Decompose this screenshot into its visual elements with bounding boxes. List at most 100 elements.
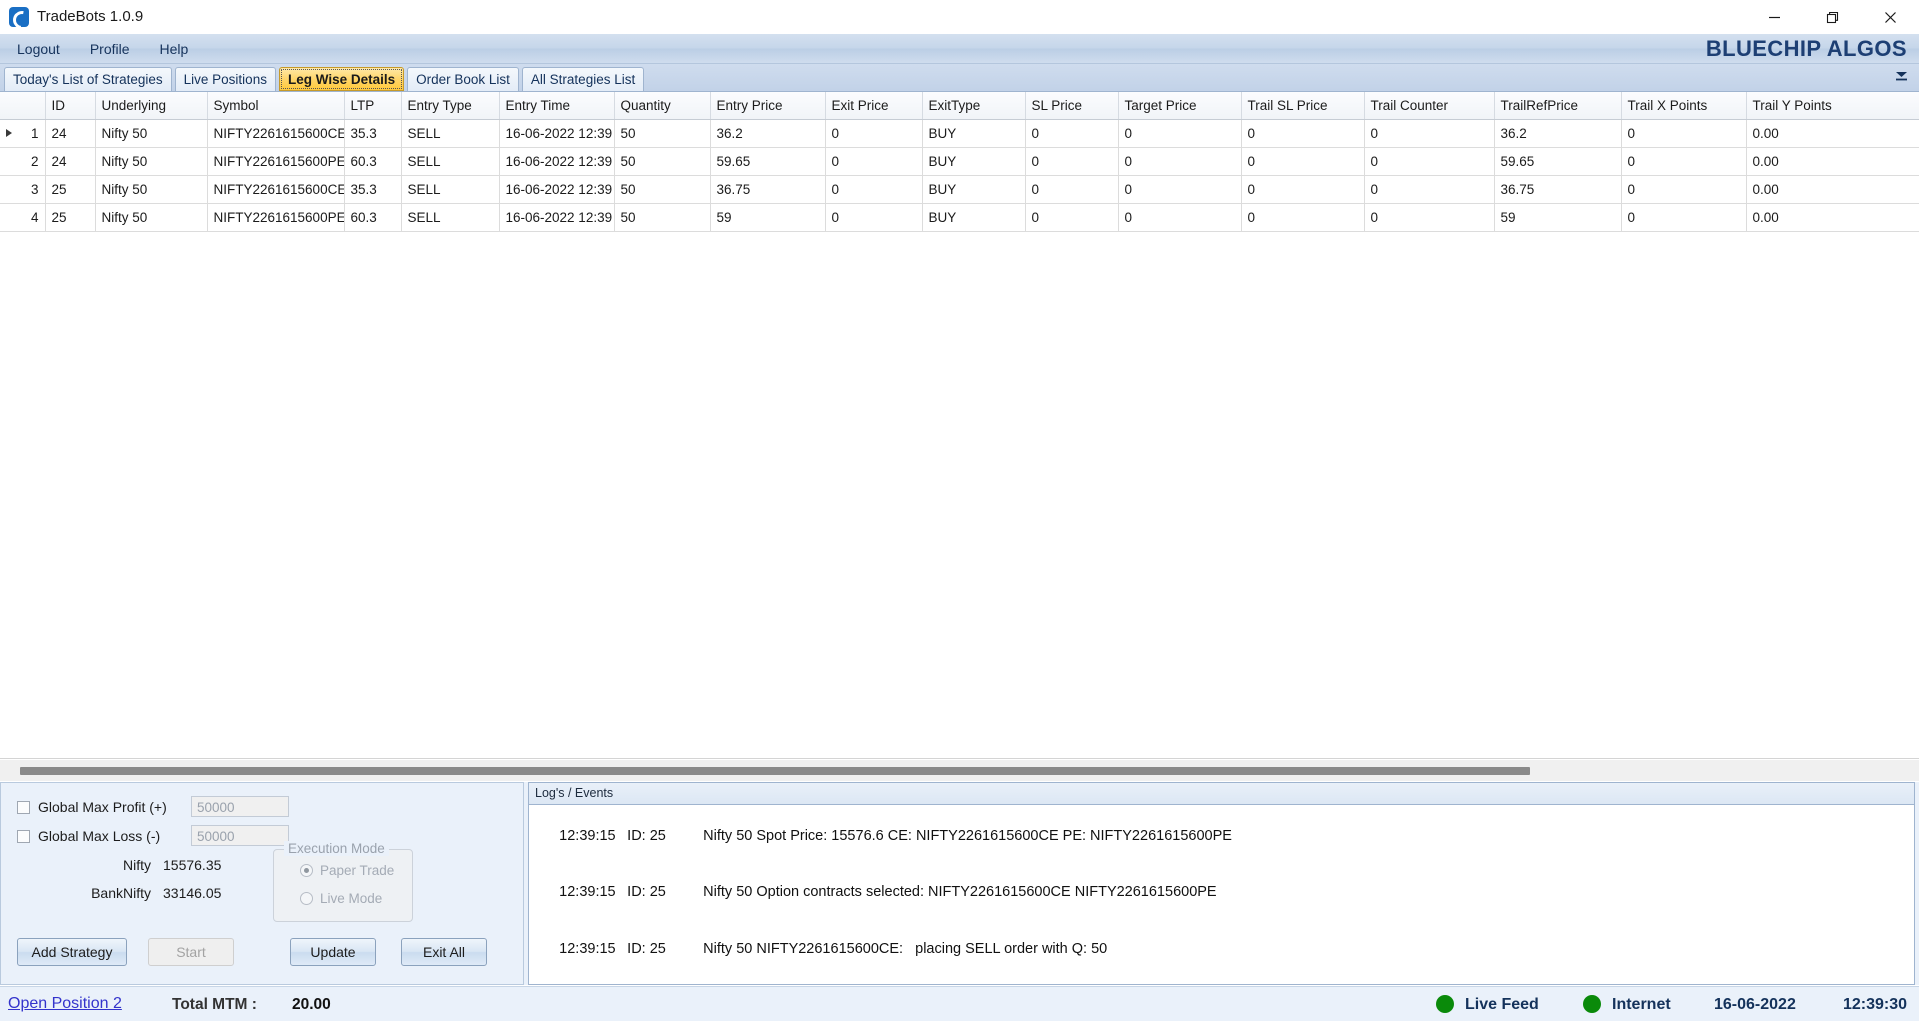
paper-trade-label: Paper Trade <box>320 863 395 878</box>
global-max-loss-row[interactable]: Global Max Loss (-) <box>17 828 160 844</box>
cell-trail-x-points: 0 <box>1621 175 1747 204</box>
cell-exit-type: BUY <box>922 175 1026 204</box>
log-time: 12:39:15 <box>559 884 616 901</box>
cell-quantity: 50 <box>614 147 711 176</box>
add-strategy-button[interactable]: Add Strategy <box>17 938 127 966</box>
tab-overflow-icon[interactable] <box>1893 71 1910 88</box>
menu-item-help[interactable]: Help <box>147 38 202 60</box>
global-max-profit-input[interactable]: 50000 <box>191 796 289 817</box>
cell-exit-type: BUY <box>922 119 1026 148</box>
grid-horizontal-scrollbar[interactable] <box>0 759 1919 781</box>
global-max-loss-checkbox[interactable] <box>17 829 30 843</box>
start-button[interactable]: Start <box>148 938 234 966</box>
restore-icon[interactable] <box>1803 0 1861 34</box>
cell-trail-y-points: 0.00 <box>1746 119 1919 148</box>
row-selector[interactable]: 3 <box>0 175 46 204</box>
live-mode-radio-row[interactable]: Live Mode <box>300 891 382 906</box>
table-row[interactable]: 3 25 Nifty 50 NIFTY2261615600CE 35.3 SEL… <box>0 175 1919 204</box>
grid-header-trail-x-points[interactable]: Trail X Points <box>1621 92 1747 120</box>
total-mtm-value: 20.00 <box>292 996 331 1013</box>
global-max-loss-input[interactable]: 50000 <box>191 825 289 846</box>
cell-exit-price: 0 <box>825 175 923 204</box>
cell-sl-price: 0 <box>1025 203 1119 232</box>
grid-header-symbol[interactable]: Symbol <box>207 92 345 120</box>
live-mode-radio[interactable] <box>300 892 313 905</box>
log-message: Nifty 50 Spot Price: 15576.6 CE: NIFTY22… <box>703 827 1232 844</box>
total-mtm-label: Total MTM : <box>172 996 257 1013</box>
cell-target-price: 0 <box>1118 203 1242 232</box>
grid-header-trail-sl-price[interactable]: Trail SL Price <box>1241 92 1365 120</box>
cell-symbol: NIFTY2261615600PE <box>207 147 345 176</box>
leg-wise-details-grid[interactable]: ID Underlying Symbol LTP Entry Type Entr… <box>0 92 1919 759</box>
cell-ltp: 35.3 <box>344 175 402 204</box>
tab-live-positions[interactable]: Live Positions <box>174 67 276 91</box>
cell-trail-y-points: 0.00 <box>1746 175 1919 204</box>
cell-underlying: Nifty 50 <box>95 119 208 148</box>
grid-header-entry-time[interactable]: Entry Time <box>499 92 615 120</box>
cell-id: 25 <box>45 203 96 232</box>
grid-header-exit-type[interactable]: ExitType <box>922 92 1026 120</box>
grid-header-quantity[interactable]: Quantity <box>614 92 711 120</box>
open-position-link[interactable]: Open Position 2 <box>8 995 122 1013</box>
internet-label: Internet <box>1612 996 1671 1014</box>
grid-header-trail-counter[interactable]: Trail Counter <box>1364 92 1495 120</box>
grid-header-entry-price[interactable]: Entry Price <box>710 92 826 120</box>
close-icon[interactable] <box>1861 0 1919 34</box>
grid-header-trail-ref-price[interactable]: TrailRefPrice <box>1494 92 1622 120</box>
table-row[interactable]: 2 24 Nifty 50 NIFTY2261615600PE 60.3 SEL… <box>0 147 1919 176</box>
status-bar: Open Position 2 Total MTM : 20.00 Live F… <box>0 986 1919 1021</box>
grid-header-exit-price[interactable]: Exit Price <box>825 92 923 120</box>
cell-symbol: NIFTY2261615600PE <box>207 203 345 232</box>
minimize-icon[interactable] <box>1745 0 1803 34</box>
grid-header-underlying[interactable]: Underlying <box>95 92 208 120</box>
global-max-profit-row[interactable]: Global Max Profit (+) <box>17 799 167 815</box>
window-title: TradeBots 1.0.9 <box>37 8 144 25</box>
cell-trail-x-points: 0 <box>1621 203 1747 232</box>
banknifty-label: BankNifty <box>91 885 151 901</box>
menu-item-logout[interactable]: Logout <box>4 38 73 60</box>
scrollbar-thumb[interactable] <box>20 767 1530 775</box>
live-feed-label: Live Feed <box>1465 996 1539 1014</box>
grid-header-entry-type[interactable]: Entry Type <box>401 92 500 120</box>
global-max-profit-checkbox[interactable] <box>17 800 30 814</box>
row-selector[interactable]: 1 <box>0 119 46 148</box>
grid-header-sl-price[interactable]: SL Price <box>1025 92 1119 120</box>
tab-leg-wise-details[interactable]: Leg Wise Details <box>278 67 405 91</box>
tab-order-book-list[interactable]: Order Book List <box>407 67 519 91</box>
grid-header-id[interactable]: ID <box>45 92 96 120</box>
logs-events-body[interactable]: 12:39:15 ID: 25 Nifty 50 Spot Price: 15576… <box>529 805 1914 983</box>
cell-target-price: 0 <box>1118 119 1242 148</box>
cell-exit-price: 0 <box>825 119 923 148</box>
cell-ltp: 60.3 <box>344 203 402 232</box>
grid-header-ltp[interactable]: LTP <box>344 92 402 120</box>
grid-header-select[interactable] <box>0 92 46 120</box>
grid-header-target-price[interactable]: Target Price <box>1118 92 1242 120</box>
log-id: ID: 25 <box>627 884 666 901</box>
cell-trail-counter: 0 <box>1364 203 1495 232</box>
grid-body: 1 24 Nifty 50 NIFTY2261615600CE 35.3 SEL… <box>0 119 1919 232</box>
cell-quantity: 50 <box>614 203 711 232</box>
row-pointer-icon <box>6 129 12 137</box>
table-row[interactable]: 1 24 Nifty 50 NIFTY2261615600CE 35.3 SEL… <box>0 119 1919 148</box>
row-selector[interactable]: 2 <box>0 147 46 176</box>
cell-sl-price: 0 <box>1025 147 1119 176</box>
live-feed-led <box>1436 995 1454 1014</box>
menu-item-profile[interactable]: Profile <box>77 38 143 60</box>
cell-trail-sl-price: 0 <box>1241 119 1365 148</box>
paper-trade-radio-row[interactable]: Paper Trade <box>300 863 394 878</box>
execution-mode-legend: Execution Mode <box>284 841 389 856</box>
tab-todays-list-of-strategies[interactable]: Today's List of Strategies <box>4 67 172 91</box>
table-row[interactable]: 4 25 Nifty 50 NIFTY2261615600PE 60.3 SEL… <box>0 203 1919 232</box>
tab-all-strategies-list[interactable]: All Strategies List <box>521 67 645 91</box>
log-time: 12:39:15 <box>559 827 616 844</box>
update-button[interactable]: Update <box>290 938 376 966</box>
paper-trade-radio[interactable] <box>300 864 313 877</box>
cell-quantity: 50 <box>614 175 711 204</box>
grid-header-trail-y-points[interactable]: Trail Y Points <box>1746 92 1919 120</box>
exit-all-button[interactable]: Exit All <box>401 938 487 966</box>
log-line: 12:39:15 ID: 25 Nifty 50 NIFTY2261615600CE… <box>535 921 1914 977</box>
row-selector[interactable]: 4 <box>0 203 46 232</box>
cell-entry-price: 36.75 <box>710 175 826 204</box>
grid-header-row: ID Underlying Symbol LTP Entry Type Entr… <box>0 92 1919 120</box>
cell-entry-price: 59 <box>710 203 826 232</box>
